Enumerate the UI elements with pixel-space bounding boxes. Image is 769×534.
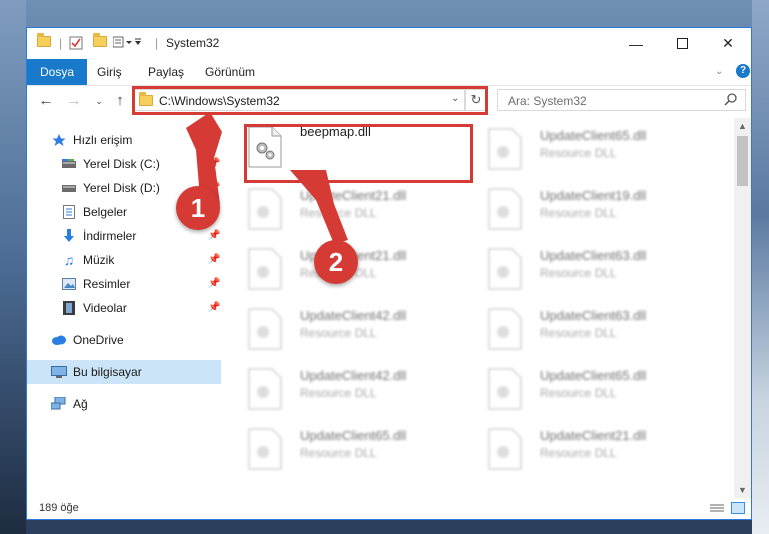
step-2-badge: 2 [314,240,358,284]
step-1-badge: 1 [176,186,220,230]
annotation-arrows [186,112,348,244]
